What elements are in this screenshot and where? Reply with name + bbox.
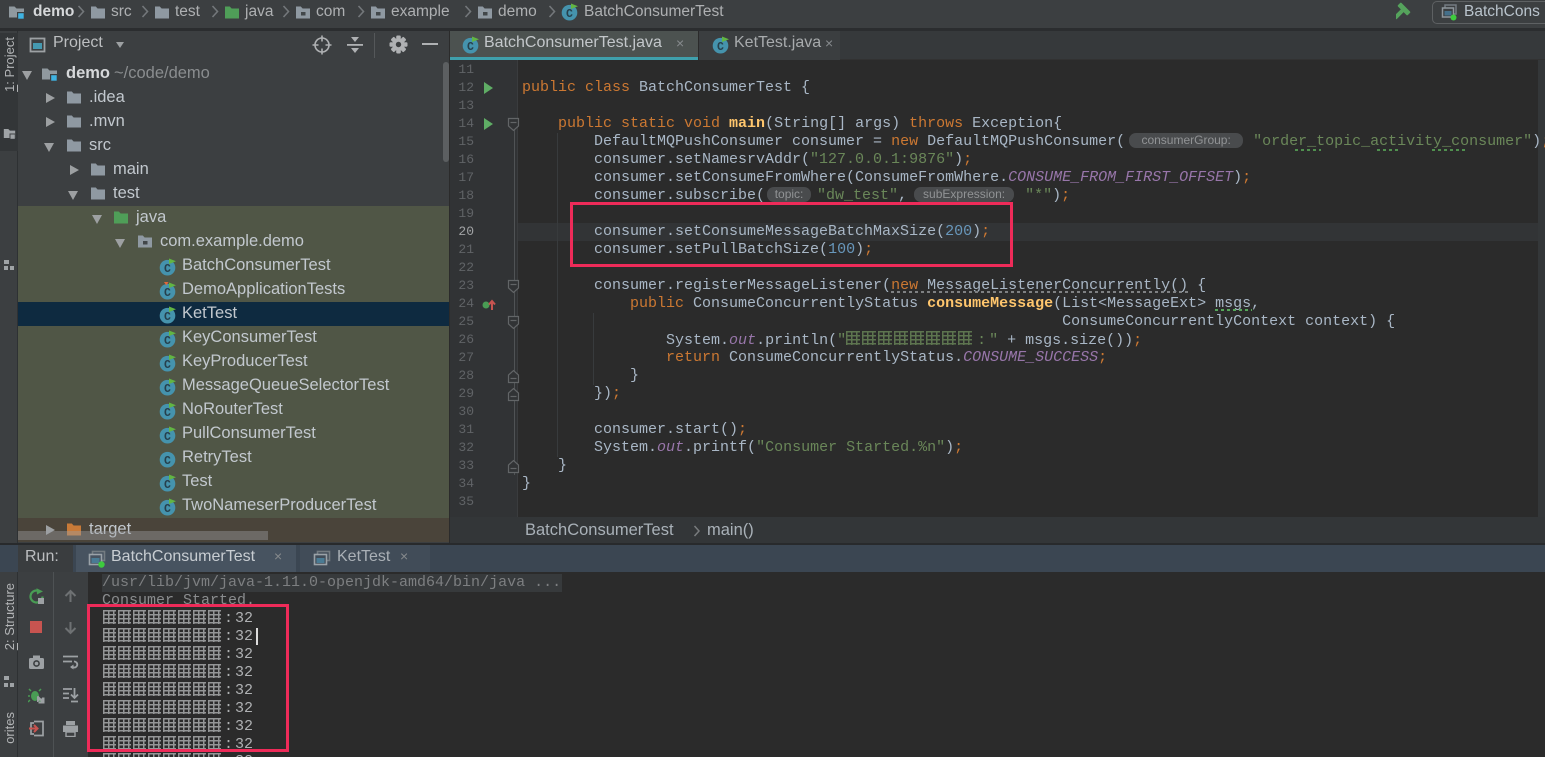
svg-text:C: C: [164, 311, 171, 324]
svg-text:C: C: [164, 455, 171, 468]
svg-text:C: C: [717, 41, 724, 54]
svg-text:C: C: [164, 335, 171, 348]
svg-text:C: C: [164, 407, 171, 420]
svg-text:C: C: [164, 287, 171, 300]
svg-text:C: C: [566, 8, 573, 21]
svg-text:C: C: [164, 431, 171, 444]
svg-text:C: C: [467, 41, 474, 54]
svg-text:C: C: [164, 263, 171, 276]
svg-text:C: C: [164, 503, 171, 516]
svg-text:C: C: [164, 383, 171, 396]
svg-text:C: C: [164, 479, 171, 492]
svg-text:C: C: [164, 359, 171, 372]
